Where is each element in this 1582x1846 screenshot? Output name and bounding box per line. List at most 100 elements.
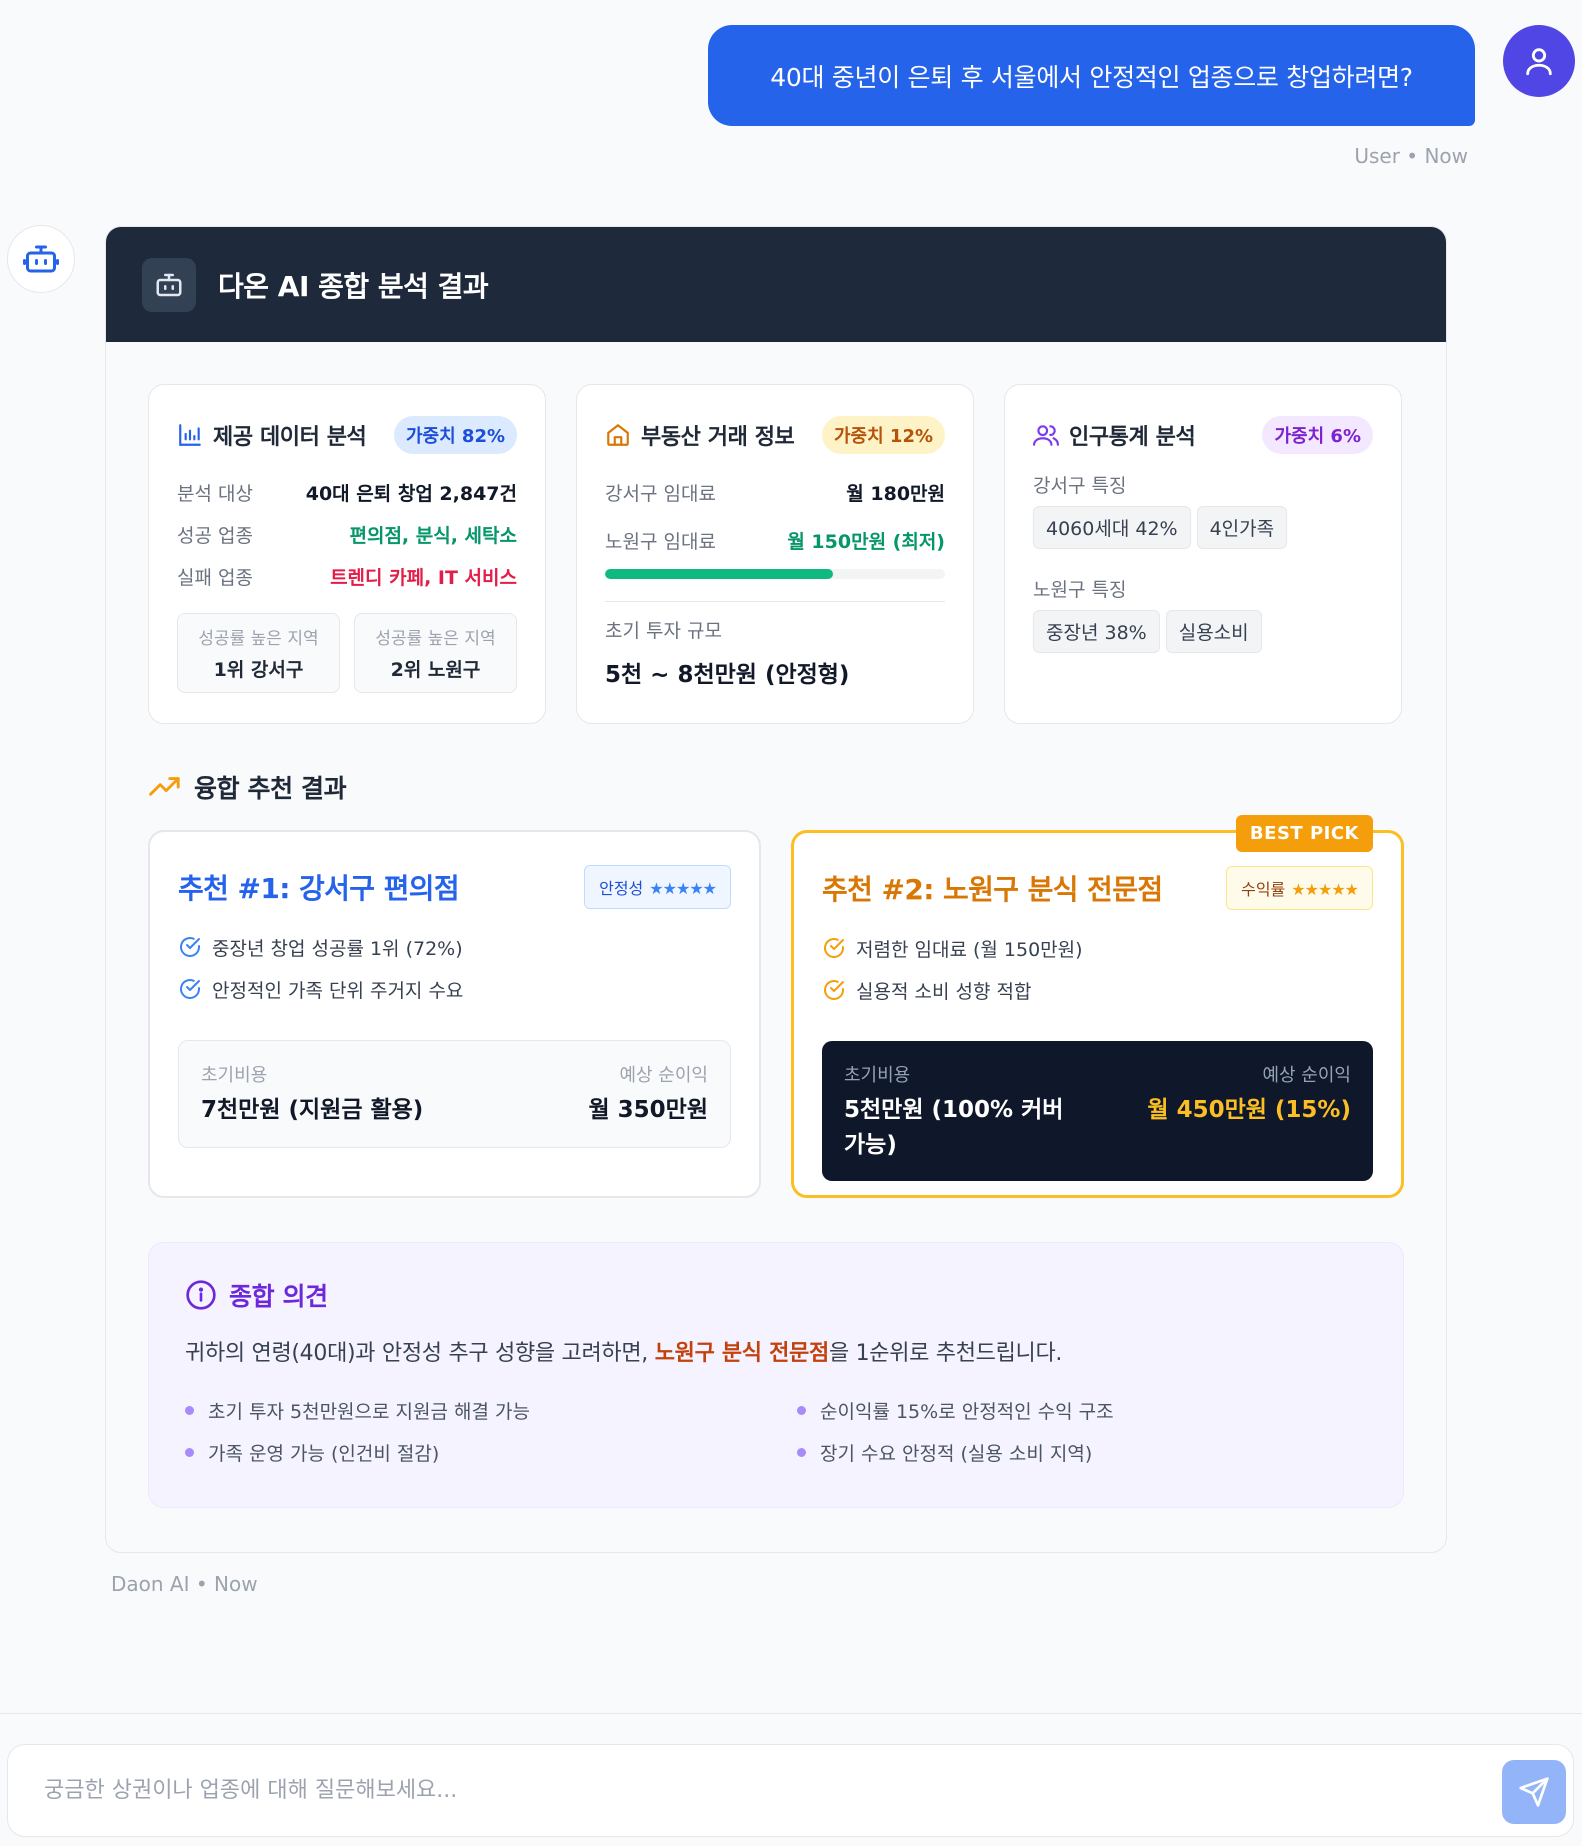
- divider: [0, 1713, 1582, 1714]
- ai-response-card: 다온 AI 종합 분석 결과 제공 데이터 분석 가중치 82% 분석 대상 4…: [105, 226, 1447, 1553]
- chat-input[interactable]: [44, 1778, 1444, 1803]
- section-title: 융합 추천 결과: [148, 769, 347, 805]
- send-icon: [1519, 1777, 1549, 1807]
- profit-value: 월 350만원: [588, 1097, 709, 1123]
- failure-industries: 트렌디 카페, IT 서비스: [330, 566, 517, 589]
- data-row-label: 성공 업종: [177, 524, 253, 547]
- users-icon: [1033, 425, 1059, 446]
- rent-row: 노원구 임대료 월 150만원 (최저): [605, 519, 945, 561]
- check-circle-icon: [180, 937, 200, 957]
- check-item: 저렴한 임대료 (월 150만원): [822, 927, 1373, 969]
- check-item-text: 안정적인 가족 단위 주거지 수요: [212, 979, 464, 1002]
- profit-value: 월 450만원 (15%): [1147, 1097, 1351, 1123]
- check-item-text: 실용적 소비 성향 적합: [856, 980, 1032, 1003]
- opinion-bullet-text: 초기 투자 5천만원으로 지원금 해결 가능: [208, 1400, 530, 1423]
- trending-up-icon: [149, 777, 180, 796]
- demo-card-title: 인구통계 분석: [1069, 425, 1196, 450]
- home-icon: [607, 424, 629, 446]
- opinion-bullet: 장기 수요 안정적 (실용 소비 지역): [797, 1433, 1397, 1471]
- check-item: 실용적 소비 성향 적합: [822, 969, 1373, 1011]
- check-item: 중장년 창업 성공률 1위 (72%): [178, 926, 731, 968]
- check-item: 안정적인 가족 단위 주거지 수요: [178, 968, 731, 1010]
- data-weight-badge: 가중치 82%: [393, 416, 517, 454]
- region-rank-box: 성공률 높은 지역 1위 강서구: [177, 613, 340, 693]
- divider: [605, 601, 945, 602]
- bar-chart-icon: [179, 424, 201, 446]
- user-message-meta: User • Now: [1354, 144, 1468, 168]
- opinion-bullet-text: 가족 운영 가능 (인건비 절감): [208, 1442, 440, 1465]
- rent-progress-bar: [605, 569, 945, 579]
- opinion-highlight: 노원구 분식 전문점: [654, 1341, 830, 1366]
- ai-card-title: 다온 AI 종합 분석 결과: [218, 269, 489, 303]
- data-row: 성공 업종 편의점, 분식, 세탁소: [177, 513, 517, 555]
- rec1-title: 추천 #1: 강서구 편의점: [178, 872, 460, 905]
- cost-value-continued: 가능): [844, 1132, 897, 1158]
- region-rank-box: 성공률 높은 지역 2위 노원구: [354, 613, 517, 693]
- cost-value: 5천만원 (100% 커버: [844, 1097, 1064, 1123]
- opinion-title: 종합 의견: [229, 1282, 328, 1311]
- bot-icon: [156, 273, 182, 296]
- data-row-label: 실패 업종: [177, 566, 253, 589]
- opinion-bullet: 가족 운영 가능 (인건비 절감): [185, 1433, 797, 1471]
- rent-value-lowest: 월 150만원 (최저): [787, 530, 945, 553]
- data-card-title: 제공 데이터 분석: [213, 425, 367, 450]
- check-circle-icon: [824, 980, 844, 1000]
- rent-value: 월 180만원: [846, 482, 945, 505]
- profit-label: 예상 순이익: [619, 1065, 708, 1086]
- check-circle-icon: [180, 979, 200, 999]
- info-icon: [186, 1280, 216, 1310]
- region-rank-label: 성공률 높은 지역: [198, 629, 319, 649]
- ai-message-meta: Daon AI • Now: [111, 1572, 258, 1596]
- invest-value: 5천 ~ 8천만원 (안정형): [605, 662, 850, 688]
- summary-opinion: 종합 의견 귀하의 연령(40대)과 안정성 추구 성향을 고려하면, 노원구 …: [148, 1242, 1404, 1508]
- recommendation-card-2[interactable]: BEST PICK 추천 #2: 노원구 분식 전문점 수익률 ★★★★★ 저렴한…: [791, 815, 1404, 1198]
- check-item-text: 중장년 창업 성공률 1위 (72%): [212, 937, 463, 960]
- demo-weight-badge: 가중치 6%: [1262, 416, 1373, 454]
- rent-label: 강서구 임대료: [605, 482, 716, 505]
- realestate-weight-badge: 가중치 12%: [821, 416, 945, 454]
- data-row-value: 40대 은퇴 창업 2,847건: [305, 482, 517, 505]
- user-message-text: 40대 중년이 은퇴 후 서울에서 안정적인 업종으로 창업하려면?: [770, 62, 1413, 92]
- recommendation-card-1[interactable]: 추천 #1: 강서구 편의점 안정성 ★★★★★ 중장년 창업 성공률 1위 (7…: [148, 830, 761, 1198]
- demographics-card: 인구통계 분석 가중치 6% 강서구 특징 4060세대 42% 4인가족 노원구…: [1004, 384, 1402, 724]
- cost-label: 초기비용: [844, 1065, 911, 1086]
- star-rating-icon: ★★★★★: [1291, 880, 1359, 899]
- star-rating-icon: ★★★★★: [649, 879, 717, 898]
- user-icon: [1526, 48, 1552, 76]
- send-button[interactable]: [1502, 1760, 1566, 1824]
- bot-icon: [23, 245, 59, 273]
- check-circle-icon: [824, 938, 844, 958]
- demo-tag: 4060세대 42%: [1033, 506, 1191, 549]
- rec1-cost-box: 초기비용 7천만원 (지원금 활용) 예상 순이익 월 350만원: [178, 1040, 731, 1148]
- region-rank-value: 2위 노원구: [390, 659, 481, 681]
- bullet-dot: [797, 1447, 806, 1457]
- demo-tag: 실용소비: [1165, 610, 1262, 653]
- bullet-dot: [185, 1405, 194, 1415]
- best-pick-badge: BEST PICK: [1235, 815, 1373, 852]
- rent-row: 강서구 임대료 월 180만원: [605, 471, 945, 513]
- ai-card-header: 다온 AI 종합 분석 결과: [106, 227, 1446, 342]
- section-title-text: 융합 추천 결과: [194, 774, 347, 803]
- region-rank-label: 성공률 높은 지역: [375, 629, 496, 649]
- opinion-bullet: 순이익률 15%로 안정적인 수익 구조: [797, 1391, 1397, 1429]
- opinion-bullet: 초기 투자 5천만원으로 지원금 해결 가능: [185, 1391, 797, 1429]
- rec2-rating-badge: 수익률 ★★★★★: [1226, 866, 1373, 910]
- data-analysis-card: 제공 데이터 분석 가중치 82% 분석 대상 40대 은퇴 창업 2,847건…: [148, 384, 546, 724]
- demo-group-label: 노원구 특징: [1033, 579, 1127, 601]
- opinion-bullet-text: 순이익률 15%로 안정적인 수익 구조: [820, 1400, 1114, 1423]
- bullet-dot: [185, 1447, 194, 1457]
- opinion-text-part: 귀하의 연령(40대)과 안정성 추구 성향을 고려하면,: [185, 1341, 655, 1366]
- rec2-cost-box: 초기비용 5천만원 (100% 커버 가능) 예상 순이익 월 450만원 (1…: [822, 1041, 1373, 1181]
- realestate-card: 부동산 거래 정보 가중치 12% 강서구 임대료 월 180만원 노원구 임대…: [576, 384, 974, 724]
- bot-avatar: [7, 225, 75, 293]
- data-row: 분석 대상 40대 은퇴 창업 2,847건: [177, 471, 517, 513]
- profit-label: 예상 순이익: [1262, 1065, 1351, 1086]
- rec1-rating-label: 안정성: [599, 879, 644, 898]
- rec2-rating-label: 수익률: [1241, 880, 1286, 899]
- opinion-text: 귀하의 연령(40대)과 안정성 추구 성향을 고려하면, 노원구 분식 전문점…: [185, 1335, 1367, 1367]
- data-row: 실패 업종 트렌디 카페, IT 서비스: [177, 555, 517, 597]
- rec1-rating-badge: 안정성 ★★★★★: [584, 865, 731, 909]
- data-row-label: 분석 대상: [177, 482, 253, 505]
- cost-label: 초기비용: [201, 1065, 268, 1086]
- cost-value: 7천만원 (지원금 활용): [201, 1097, 424, 1123]
